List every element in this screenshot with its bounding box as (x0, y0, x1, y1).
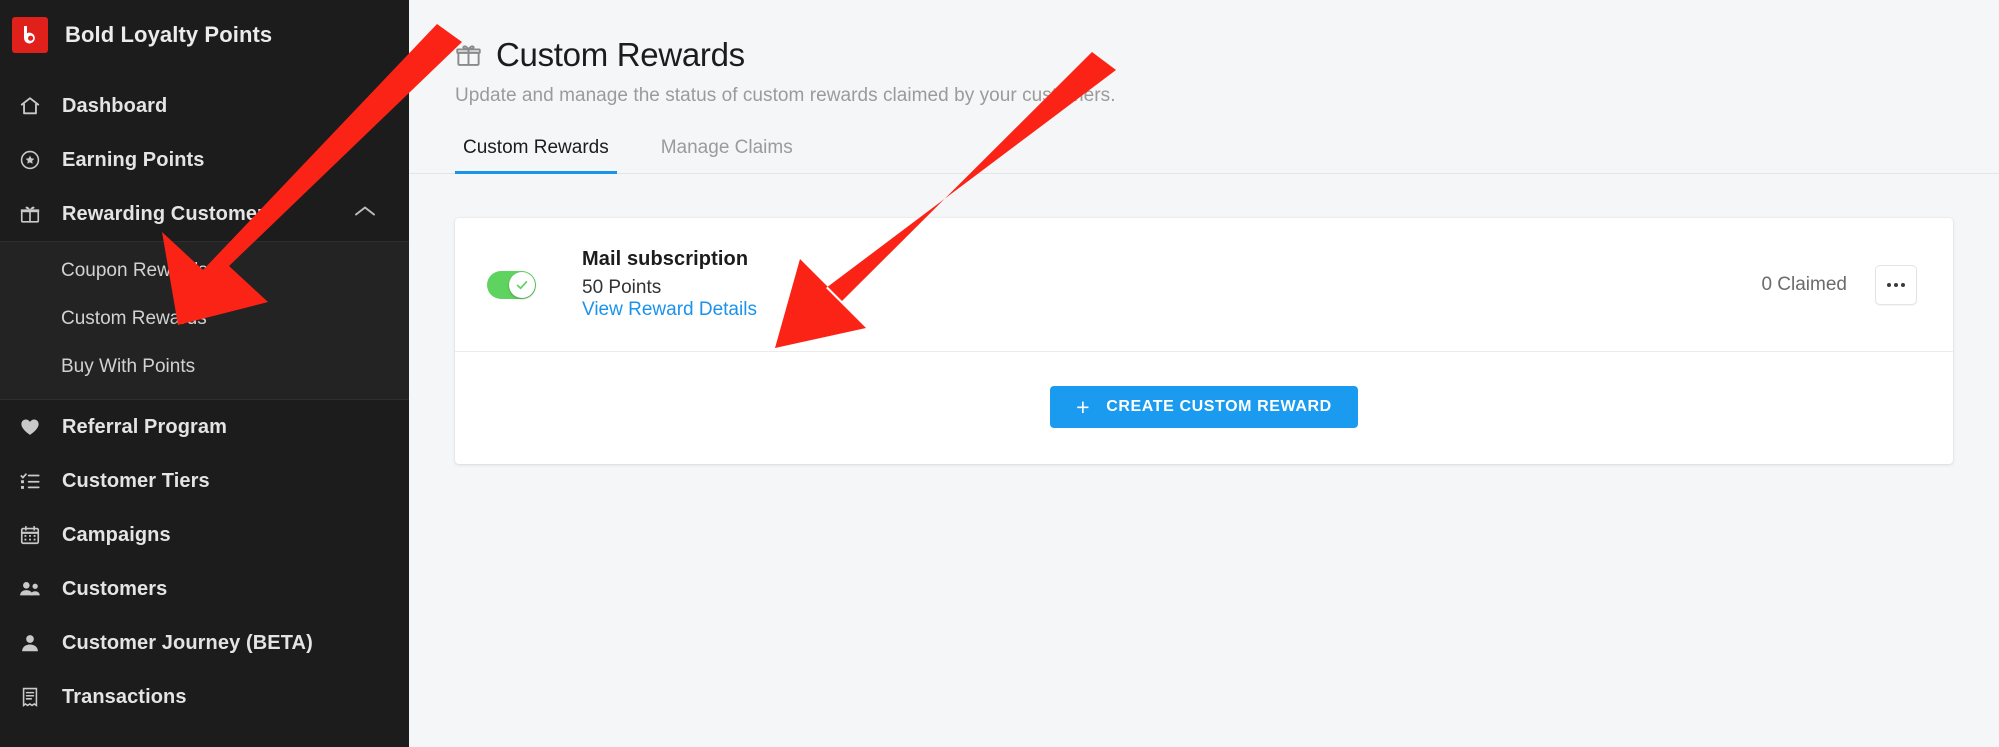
home-icon (17, 93, 43, 119)
people-icon (17, 576, 43, 602)
rewards-card: Mail subscription 50 Points View Reward … (455, 218, 1953, 464)
sidebar-subitem-label: Buy With Points (61, 356, 196, 377)
sidebar-item-label: Campaigns (62, 523, 171, 546)
sidebar-subitem-label: Custom Rewards (61, 308, 207, 329)
sidebar-item-transactions[interactable]: Transactions (0, 670, 409, 724)
plus-icon: + (1076, 393, 1091, 420)
sidebar-submenu-rewarding-customers: Coupon Rewards Custom Rewards Buy With P… (0, 241, 409, 400)
sidebar-item-customer-tiers[interactable]: Customer Tiers (0, 454, 409, 508)
sidebar-item-customers[interactable]: Customers (0, 562, 409, 616)
sidebar-item-label: Customers (62, 577, 168, 600)
main-content: Custom Rewards Update and manage the sta… (409, 0, 1999, 747)
gift-icon (17, 201, 43, 227)
page-title-row: Custom Rewards (455, 36, 1999, 74)
sidebar-item-label: Rewarding Customers (62, 202, 277, 225)
sidebar-item-buy-with-points[interactable]: Buy With Points (0, 343, 409, 391)
sidebar-item-coupon-rewards[interactable]: Coupon Rewards (0, 247, 409, 295)
checklist-icon (17, 468, 43, 494)
sidebar-item-label: Customer Journey (BETA) (62, 631, 313, 654)
brand[interactable]: Bold Loyalty Points (0, 0, 409, 70)
claimed-count: 0 Claimed (1761, 273, 1847, 295)
view-reward-details-link[interactable]: View Reward Details (582, 299, 757, 320)
reward-info: Mail subscription 50 Points View Reward … (582, 248, 757, 321)
sidebar-item-label: Dashboard (62, 94, 168, 117)
chevron-up-icon[interactable] (354, 205, 376, 224)
reward-row: Mail subscription 50 Points View Reward … (455, 218, 1953, 351)
sidebar-item-dashboard[interactable]: Dashboard (0, 79, 409, 133)
sidebar-item-label: Transactions (62, 685, 187, 708)
person-icon (17, 630, 43, 656)
sidebar: Bold Loyalty Points Dashboard Earning Po… (0, 0, 409, 747)
brand-name: Bold Loyalty Points (65, 22, 273, 47)
calendar-icon (17, 522, 43, 548)
gift-icon (455, 42, 482, 69)
reward-actions-menu-button[interactable] (1875, 264, 1917, 305)
tab-label: Custom Rewards (463, 137, 609, 158)
tab-bar: Custom Rewards Manage Claims (409, 129, 1999, 174)
toggle-knob (509, 271, 535, 298)
ellipsis-icon (1887, 282, 1905, 287)
sidebar-nav: Dashboard Earning Points Rewarding Custo… (0, 70, 409, 724)
sidebar-item-label: Earning Points (62, 148, 205, 171)
bold-logo-icon (12, 17, 48, 53)
tab-manage-claims[interactable]: Manage Claims (653, 129, 801, 174)
sidebar-item-referral-program[interactable]: Referral Program (0, 400, 409, 454)
create-button-label: CREATE CUSTOM REWARD (1106, 398, 1332, 415)
heart-icon (17, 414, 43, 440)
card-footer: + CREATE CUSTOM REWARD (455, 352, 1953, 464)
sidebar-item-rewarding-customers[interactable]: Rewarding Customers (0, 187, 409, 241)
reward-name: Mail subscription (582, 248, 749, 270)
star-circle-icon (17, 147, 43, 173)
app-root: Bold Loyalty Points Dashboard Earning Po… (0, 0, 1999, 747)
tab-custom-rewards[interactable]: Custom Rewards (455, 129, 617, 174)
sidebar-item-custom-rewards[interactable]: Custom Rewards (0, 295, 409, 343)
create-custom-reward-button[interactable]: + CREATE CUSTOM REWARD (1050, 386, 1358, 428)
page-header: Custom Rewards Update and manage the sta… (409, 0, 1999, 107)
sidebar-item-label: Customer Tiers (62, 469, 210, 492)
sidebar-item-customer-journey[interactable]: Customer Journey (BETA) (0, 616, 409, 670)
sidebar-item-campaigns[interactable]: Campaigns (0, 508, 409, 562)
receipt-icon (17, 684, 43, 710)
sidebar-item-earning-points[interactable]: Earning Points (0, 133, 409, 187)
sidebar-subitem-label: Coupon Rewards (61, 260, 208, 281)
page-title: Custom Rewards (496, 36, 745, 73)
tab-label: Manage Claims (660, 137, 793, 158)
sidebar-item-label: Referral Program (62, 415, 227, 438)
reward-enabled-toggle[interactable] (487, 270, 536, 299)
page-subtitle: Update and manage the status of custom r… (455, 85, 1116, 106)
reward-points: 50 Points (582, 277, 662, 298)
